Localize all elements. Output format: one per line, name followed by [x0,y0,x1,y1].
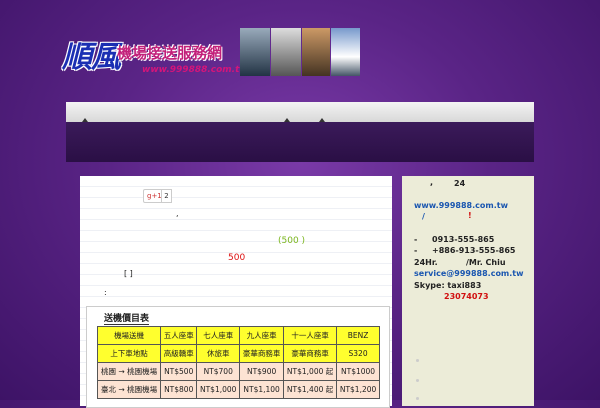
table-cell: NT$1,000 [196,380,241,399]
bullet-dot [416,359,419,362]
sidebar-slash: / [422,212,425,221]
sidebar-skype: Skype: taxi883 [414,281,482,290]
header-cell: 五人座車 [160,326,198,345]
price-table-title: 送機價目表 [104,311,150,325]
header-photo-strip [240,28,360,76]
header-cell: 十一人座車 [283,326,338,345]
logo-subtitle: 機場接送服務網 [117,44,223,62]
table-cell: NT$800 [160,380,198,399]
header-cell: 機場送機 [96,326,162,345]
table-cell: NT$1,400 起 [283,380,338,399]
sidebar-hours: 24Hr. [414,258,438,267]
sidebar-url-link[interactable]: www.999888.com.tw [414,201,508,210]
table-cell: NT$500 [160,362,198,381]
header-cell: 高級轎車 [160,344,198,363]
header-cell: 豪華商務車 [283,344,338,363]
photo-bus [240,28,270,76]
table-cell: NT$1,200 [336,380,380,399]
logo-main-text: 順風 [62,40,121,75]
table-row: 桃園 → 桃園機場 NT$500 NT$700 NT$900 NT$1,000 … [96,362,380,381]
header-cell: 休旅車 [196,344,241,363]
table-header-row: 上下車地點 高級轎車 休旅車 豪華商務車 豪華商務車 S320 [96,344,380,363]
content-bracket: [ ] [124,269,133,278]
header-cell: BENZ [336,326,380,345]
discount-text: (500 ) [278,236,306,246]
header-cell: 九人座車 [239,326,285,345]
price-table-box: 送機價目表 機場送機 五人座車 七人座車 九人座車 十一人座車 BENZ 上下車… [86,306,390,408]
photo-woman [302,28,330,76]
photo-people [271,28,301,76]
sidebar-hours-num: 24 [454,179,466,188]
table-cell: 桃園 → 桃園機場 [96,362,162,381]
gplus-count: 2 [161,189,172,203]
contact-sidebar: , 24 www.999888.com.tw / ! - 0913-555-86… [402,176,534,406]
table-cell: NT$1,000 起 [283,362,338,381]
table-cell: NT$1,100 [239,380,285,399]
logo-url: www.999888.com.tw [142,65,248,75]
header-cell: 七人座車 [196,326,241,345]
table-cell: 臺北 → 桃園機場 [96,380,162,399]
price-table: 機場送機 五人座車 七人座車 九人座車 十一人座車 BENZ 上下車地點 高級轎… [96,326,380,399]
header-band [66,122,534,162]
sidebar-contact-name: /Mr. Chiu [466,258,506,267]
header-cell: S320 [336,344,380,363]
price-highlight: 500 [228,253,246,263]
content-colon: : [104,288,107,297]
header-cell: 豪華商務車 [239,344,285,363]
header-cell: 上下車地點 [96,344,162,363]
sidebar-email-link[interactable]: service@999888.com.tw [414,269,524,278]
phone-dash-2: - [414,246,418,255]
nav-bar[interactable] [66,102,534,123]
table-cell: NT$1000 [336,362,380,381]
table-row: 臺北 → 桃園機場 NT$800 NT$1,000 NT$1,100 NT$1,… [96,380,380,399]
content-comma: , [176,209,179,218]
table-header-row: 機場送機 五人座車 七人座車 九人座車 十一人座車 BENZ [96,326,380,345]
photo-lighthouse [331,28,360,76]
main-content: g+1 2 , (500 ) 500 [ ] : 送機價目表 機場送機 五人座車… [80,176,392,408]
phone-dash-1: - [414,235,418,244]
phone-2: +886-913-555-865 [432,246,516,255]
sidebar-sep: , [430,178,434,187]
bullet-dot [416,379,419,382]
table-cell: NT$900 [239,362,285,381]
phone-1: 0913-555-865 [432,235,495,244]
sidebar-number: 23074073 [444,292,489,301]
table-cell: NT$700 [196,362,241,381]
sidebar-exclaim: ! [468,211,472,220]
